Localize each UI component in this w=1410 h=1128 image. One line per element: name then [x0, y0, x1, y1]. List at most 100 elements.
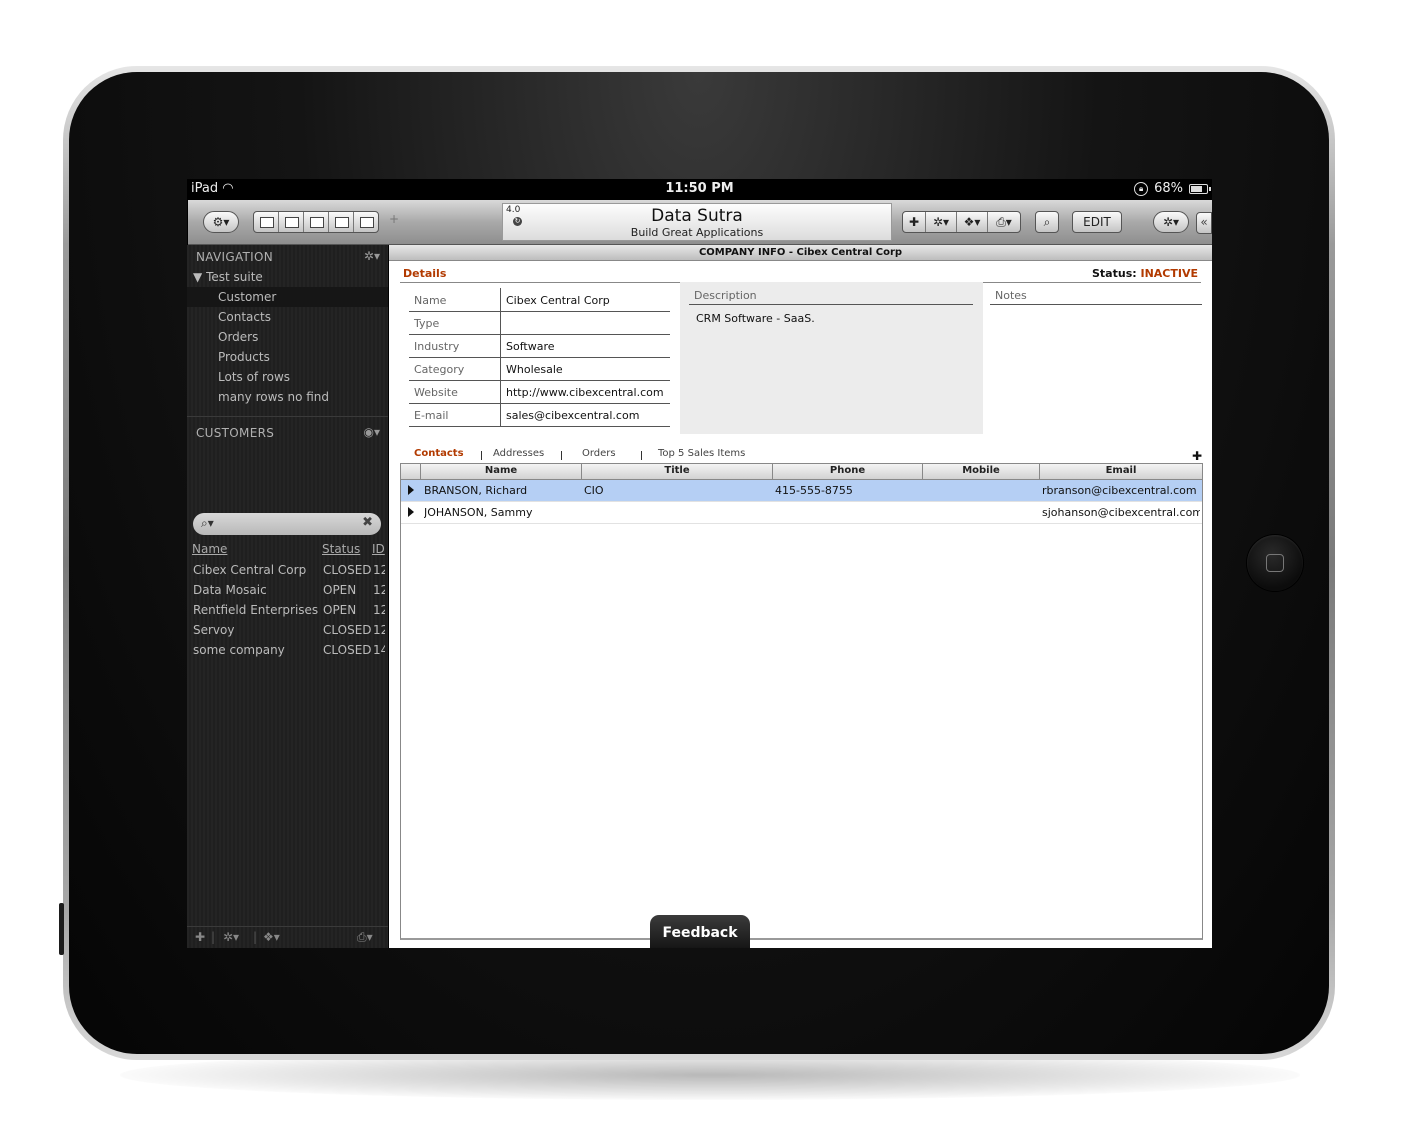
toolbar: ⚙▾ + 4.0 ↻ Data Sutra Build Great Applic…	[188, 200, 1212, 245]
screen: iPad ◠ 11:50 PM 🔒︎ 68% ⚙▾ + 4.0 ↻ Data S…	[187, 179, 1212, 948]
status-label: Status:	[1092, 267, 1137, 280]
table-row[interactable]: BRANSON, Richard CIO 415-555-8755 rbrans…	[401, 480, 1202, 502]
clear-search-icon[interactable]: ✖	[362, 515, 373, 530]
side-button[interactable]	[59, 903, 64, 955]
layout-3-button[interactable]	[304, 212, 329, 232]
print-icon[interactable]: ⎙▾	[357, 930, 373, 945]
field-value[interactable]: http://www.cibexcentral.com	[506, 386, 664, 399]
settings-menu-button[interactable]: ⚙▾	[203, 211, 239, 233]
search-button-wrap: ⌕	[1035, 211, 1059, 233]
field-label: Website	[414, 386, 458, 399]
layout-4-button[interactable]	[329, 212, 354, 232]
actions-button[interactable]: ✲▾	[926, 212, 957, 232]
home-button[interactable]	[1247, 535, 1303, 591]
feedback-button[interactable]: Feedback	[650, 915, 750, 948]
customer-row[interactable]: some company CLOSED 14	[187, 640, 388, 660]
search-button[interactable]: ⌕	[1036, 212, 1058, 232]
field-value[interactable]: Wholesale	[506, 363, 563, 376]
customer-row[interactable]: Cibex Central Corp CLOSED 12	[187, 560, 388, 580]
print-button[interactable]: ⎙▾	[988, 212, 1020, 232]
nav-group-test-suite[interactable]: ▼ Test suite	[187, 267, 388, 287]
field-value[interactable]: sales@cibexcentral.com	[506, 409, 639, 422]
nav-item-products[interactable]: Products	[187, 347, 388, 367]
customer-row[interactable]: Data Mosaic OPEN 12	[187, 580, 388, 600]
main-panel: COMPANY INFO - Cibex Central Corp Detail…	[389, 245, 1212, 948]
column-header-phone[interactable]: Phone	[773, 465, 922, 476]
customer-status: CLOSED	[323, 623, 372, 637]
contact-name: BRANSON, Richard	[424, 484, 528, 497]
nav-item-contacts[interactable]: Contacts	[187, 307, 388, 327]
plus-icon: ✚	[908, 215, 920, 229]
tab-addresses[interactable]: Addresses	[493, 448, 544, 459]
expand-row-icon[interactable]	[408, 507, 414, 517]
customer-name: Servoy	[193, 623, 235, 637]
nav-item-lots-of-rows[interactable]: Lots of rows	[187, 367, 388, 387]
field-website[interactable]: Website http://www.cibexcentral.com	[409, 380, 670, 404]
customer-name: Cibex Central Corp	[193, 563, 307, 577]
collapse-button[interactable]: «	[1196, 212, 1212, 234]
column-header-id[interactable]: ID	[372, 542, 386, 558]
nav-item-label: Orders	[218, 330, 259, 344]
record-icon[interactable]: ◉▾	[364, 425, 381, 439]
expand-row-icon[interactable]	[408, 485, 414, 495]
help-menu-button[interactable]: ✲▾	[1153, 211, 1189, 233]
column-header-name[interactable]: Name	[421, 465, 581, 476]
field-email[interactable]: E-mail sales@cibexcentral.com	[409, 403, 670, 427]
column-header-email[interactable]: Email	[1040, 465, 1202, 476]
add-contact-icon[interactable]: ✚	[1192, 449, 1202, 463]
add-icon[interactable]: ✚	[195, 930, 205, 944]
column-header-title[interactable]: Title	[582, 465, 772, 476]
contact-phone: 415-555-8755	[775, 484, 853, 497]
layout-5-button[interactable]	[354, 212, 378, 232]
collapse-icon: «	[1200, 215, 1208, 229]
actions-icon: ✲▾	[932, 215, 950, 229]
customer-row[interactable]: Servoy CLOSED 12	[187, 620, 388, 640]
notes-label: Notes	[995, 289, 1027, 302]
nav-item-orders[interactable]: Orders	[187, 327, 388, 347]
customer-row[interactable]: Rentfield Enterprises OPEN 12	[187, 600, 388, 620]
clock: 11:50 PM	[665, 181, 734, 196]
customer-id: 14	[373, 643, 385, 657]
layout-2-button[interactable]	[279, 212, 304, 232]
layout-switcher	[253, 211, 379, 233]
nav-item-customer[interactable]: Customer	[187, 287, 388, 307]
edit-button[interactable]: EDIT	[1073, 212, 1121, 232]
customer-search[interactable]: ⌕▾ ✖	[193, 513, 381, 535]
layout-1-button[interactable]	[254, 212, 279, 232]
tab-top-5-sales-items[interactable]: Top 5 Sales Items	[658, 448, 745, 459]
field-value[interactable]: Cibex Central Corp	[506, 294, 610, 307]
edit-button-wrap: EDIT	[1072, 211, 1122, 233]
filter-button[interactable]: ❖▾	[957, 212, 988, 232]
description-value[interactable]: CRM Software - SaaS.	[696, 312, 815, 325]
add-record-button[interactable]: ✚	[903, 212, 926, 232]
layout-add-icon[interactable]: +	[389, 212, 399, 226]
customer-name: Data Mosaic	[193, 583, 267, 597]
field-industry[interactable]: Industry Software	[409, 334, 670, 358]
contact-email: rbranson@cibexcentral.com	[1042, 484, 1197, 497]
customers-header: CUSTOMERS ◉▾	[187, 423, 388, 443]
customer-status: CLOSED	[323, 563, 372, 577]
description-panel[interactable]: Description CRM Software - SaaS.	[680, 282, 983, 434]
filter-icon: ❖▾	[963, 215, 981, 229]
nav-actions-icon[interactable]: ✲▾	[364, 249, 380, 263]
nav-item-label: Customer	[218, 290, 277, 304]
filter-icon[interactable]: ❖▾	[263, 930, 280, 944]
customer-name: some company	[193, 643, 285, 657]
field-type[interactable]: Type	[409, 311, 670, 335]
actions-icon[interactable]: ✲▾	[223, 930, 239, 944]
field-value[interactable]: Software	[506, 340, 555, 353]
field-name[interactable]: Name Cibex Central Corp	[409, 288, 670, 312]
search-icon: ⌕	[1043, 215, 1051, 229]
column-header-name[interactable]: Name	[192, 542, 227, 558]
column-header-status[interactable]: Status	[322, 542, 360, 558]
app-title-box: 4.0 ↻ Data Sutra Build Great Application…	[502, 203, 892, 241]
customer-search-input[interactable]	[219, 515, 353, 533]
nav-item-many-rows-no-find[interactable]: many rows no find	[187, 387, 388, 407]
field-category[interactable]: Category Wholesale	[409, 357, 670, 381]
tab-contacts[interactable]: Contacts	[414, 448, 464, 459]
tab-orders[interactable]: Orders	[582, 448, 616, 459]
field-label: Name	[414, 294, 447, 307]
table-row[interactable]: JOHANSON, Sammy sjohanson@cibexcentral.c…	[401, 502, 1202, 524]
app-title: Data Sutra	[651, 206, 743, 226]
column-header-mobile[interactable]: Mobile	[923, 465, 1039, 476]
